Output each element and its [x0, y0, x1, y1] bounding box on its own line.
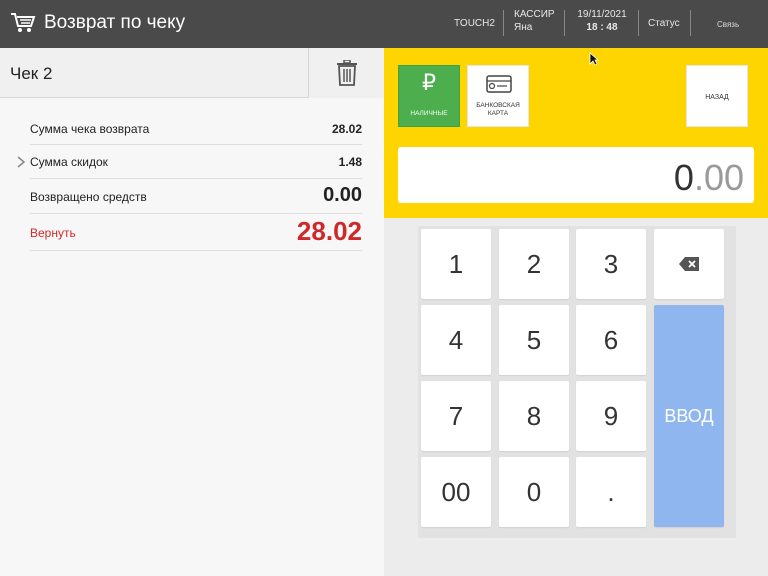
key-decimal[interactable]: . — [576, 457, 646, 527]
datetime: 19/11/2021 18 : 48 — [574, 8, 630, 38]
row-label: Возвращено средств — [30, 190, 147, 204]
key-3[interactable]: 3 — [576, 229, 646, 299]
header-divider — [690, 10, 691, 36]
time-text: 18 : 48 — [586, 22, 618, 33]
receipt-row-total: Сумма чека возврата 28.02 — [30, 110, 362, 145]
chevron-right-icon[interactable] — [16, 156, 26, 168]
status-button[interactable]: Статус — [648, 17, 680, 47]
back-label: НАЗАД — [705, 94, 729, 101]
cart-icon — [11, 13, 36, 32]
numeric-keypad: 1 2 3 4 5 6 ВВОД 7 8 9 00 0 . — [418, 226, 736, 538]
header-divider — [564, 10, 565, 36]
receipt-title: Чек 2 — [10, 64, 53, 83]
terminal-name: TOUCH2 — [454, 18, 495, 29]
payment-panel: ₽ НАЛИЧНЫЕ БАНКОВСКАЯ КАРТА НАЗАД 0.00 — [384, 48, 768, 218]
receipt-row-returned: Возвращено средств 0.00 — [30, 179, 362, 214]
backspace-button[interactable] — [654, 229, 724, 299]
key-2[interactable]: 2 — [499, 229, 569, 299]
header-divider — [638, 10, 639, 36]
key-8[interactable]: 8 — [499, 381, 569, 451]
key-7[interactable]: 7 — [421, 381, 491, 451]
amount-input[interactable]: 0.00 — [398, 147, 754, 203]
card-label-line: КАРТА — [487, 110, 509, 117]
receipt-row-to-return: Вернуть 28.02 — [30, 214, 362, 251]
cashier-name: Яна — [514, 22, 533, 33]
key-00[interactable]: 00 — [421, 457, 491, 527]
cash-label: НАЛИЧНЫЕ — [410, 110, 448, 117]
backspace-icon — [679, 257, 699, 271]
delete-button[interactable] — [308, 48, 384, 98]
key-6[interactable]: 6 — [576, 305, 646, 375]
card-payment-button[interactable]: БАНКОВСКАЯ КАРТА — [467, 65, 529, 127]
key-1[interactable]: 1 — [421, 229, 491, 299]
credit-card-icon — [486, 75, 512, 93]
connection-button[interactable]: Связь — [717, 18, 739, 48]
amount-integer: 0 — [673, 157, 694, 198]
date-text: 19/11/2021 — [577, 9, 627, 20]
enter-button[interactable]: ВВОД — [654, 305, 724, 527]
amount-decimal: .00 — [693, 157, 744, 198]
ruble-icon: ₽ — [422, 70, 436, 95]
back-button[interactable]: НАЗАД — [686, 65, 748, 127]
row-value: 28.02 — [296, 216, 362, 246]
row-label: Сумма скидок — [30, 155, 108, 169]
row-label: Вернуть — [30, 226, 76, 240]
row-value: 0.00 — [323, 184, 362, 206]
key-4[interactable]: 4 — [421, 305, 491, 375]
card-label-line: БАНКОВСКАЯ — [476, 102, 520, 109]
cashier-label: КАССИР — [514, 9, 555, 20]
key-5[interactable]: 5 — [499, 305, 569, 375]
row-value: 28.02 — [331, 122, 362, 136]
top-bar: Возврат по чеку TOUCH2 КАССИР Яна 19/11/… — [0, 0, 768, 48]
receipt-panel: Чек 2 Сумма чека возврата 28.02 Сумма ск… — [0, 48, 384, 576]
page-title: Возврат по чеку — [44, 12, 186, 33]
row-label: Сумма чека возврата — [30, 122, 150, 136]
card-label: БАНКОВСКАЯ КАРТА — [468, 102, 528, 118]
trash-icon — [337, 60, 357, 86]
key-0[interactable]: 0 — [499, 457, 569, 527]
receipt-row-discounts[interactable]: Сумма скидок 1.48 — [30, 145, 362, 179]
row-value: 1.48 — [338, 155, 362, 169]
mouse-cursor-icon — [589, 52, 599, 66]
keypad-area: 1 2 3 4 5 6 ВВОД 7 8 9 00 0 . — [384, 218, 768, 576]
receipt-header: Чек 2 — [0, 48, 384, 98]
amount-value: 0.00 — [674, 157, 744, 199]
cashier-info: КАССИР Яна — [514, 8, 555, 38]
key-9[interactable]: 9 — [576, 381, 646, 451]
header-divider — [503, 10, 504, 36]
cash-payment-button[interactable]: ₽ НАЛИЧНЫЕ — [398, 65, 460, 127]
